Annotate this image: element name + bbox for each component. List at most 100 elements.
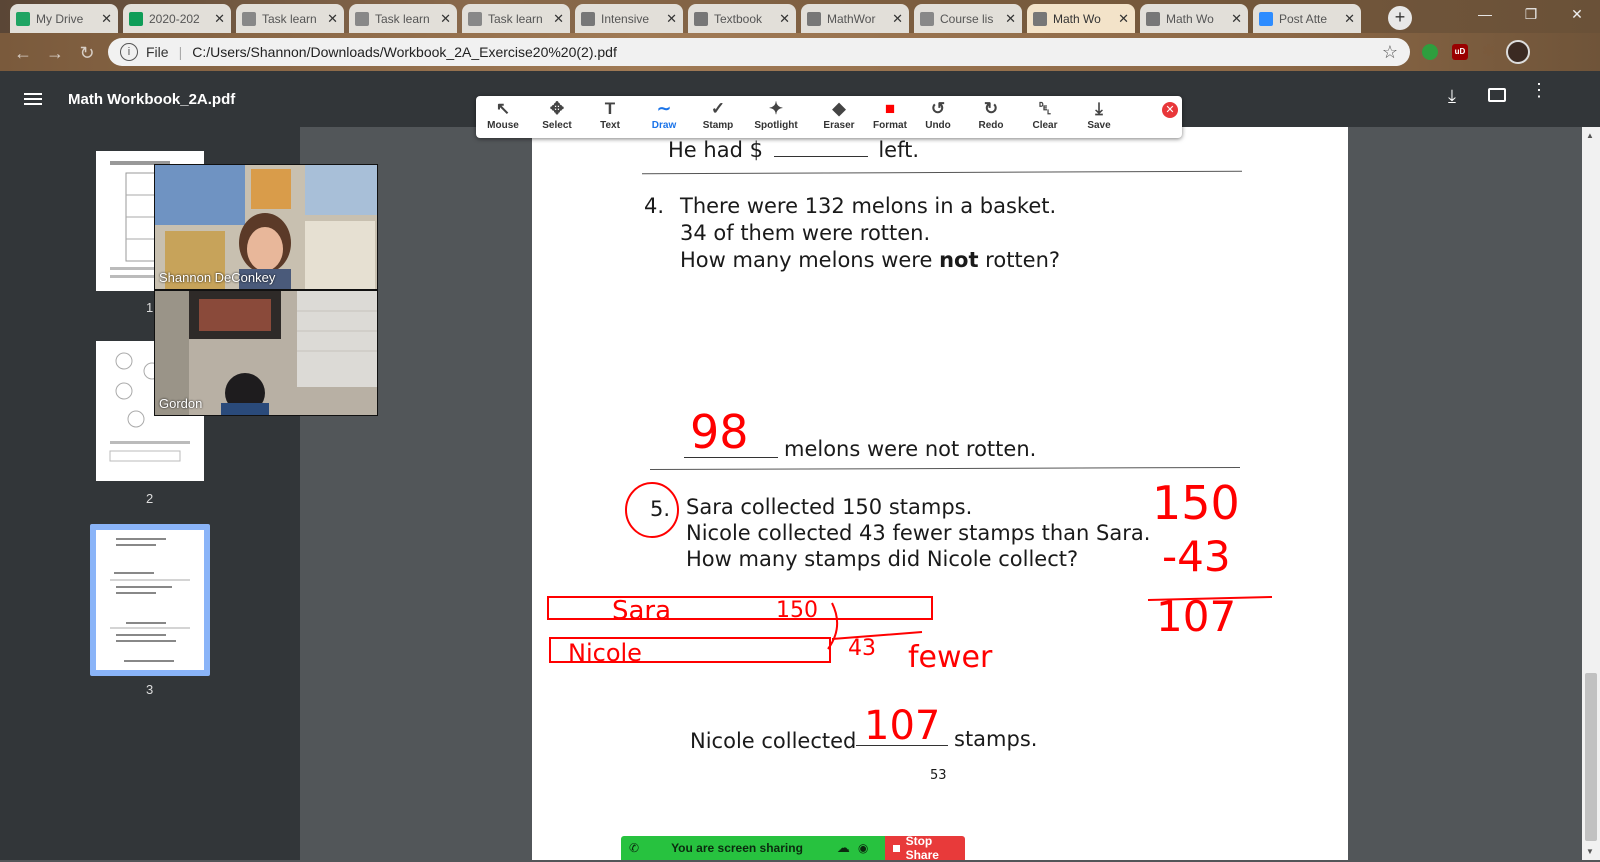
tool-label: Eraser xyxy=(823,120,855,131)
close-tab-icon[interactable]: ✕ xyxy=(1231,11,1242,27)
browser-tab[interactable]: Math Wo ✕ xyxy=(1027,4,1135,33)
reload-icon[interactable]: ↻ xyxy=(74,40,100,66)
page-thumbnail-number: 3 xyxy=(146,682,154,697)
bar-label-sara: Sara xyxy=(612,596,671,626)
tool-label: Save xyxy=(1087,120,1111,131)
tool-redo[interactable]: ↻ Redo xyxy=(963,98,1019,131)
browser-tab[interactable]: 2020-202 ✕ xyxy=(123,4,231,33)
scrollbar-thumb[interactable] xyxy=(1585,673,1597,841)
move-icon: ✥ xyxy=(549,99,565,118)
tool-spotlight[interactable]: ✦ Spotlight xyxy=(748,98,804,131)
browser-tab-title: Intensive xyxy=(601,11,650,26)
trash-icon: ␡ xyxy=(1038,99,1052,118)
browser-tab-title: Post Atte xyxy=(1279,11,1328,26)
tool-stamp[interactable]: ✓ Stamp xyxy=(690,98,746,131)
close-tab-icon[interactable]: ✕ xyxy=(1005,11,1016,27)
ublock-icon[interactable]: uD xyxy=(1452,44,1468,60)
vertical-scrollbar[interactable]: ▲ ▼ xyxy=(1582,127,1600,860)
info-icon[interactable]: i xyxy=(120,43,138,61)
tool-clear[interactable]: ␡ Clear xyxy=(1017,98,1073,131)
tool-mouse[interactable]: ↖ Mouse xyxy=(475,98,531,131)
browser-tab[interactable]: Course lis ✕ xyxy=(914,4,1022,33)
close-tab-icon[interactable]: ✕ xyxy=(892,11,903,27)
close-tab-icon[interactable]: ✕ xyxy=(1344,11,1355,27)
calc-top: 150 xyxy=(1152,476,1240,530)
minimize-button[interactable]: — xyxy=(1462,0,1508,30)
close-tab-icon[interactable]: ✕ xyxy=(327,11,338,27)
url-text: C:/Users/Shannon/Downloads/Workbook_2A_E… xyxy=(192,44,617,60)
sara-bar xyxy=(547,596,933,620)
screen-share-status[interactable]: ✆ You are screen sharing ☁ ◉ xyxy=(621,836,885,860)
redo-icon: ↻ xyxy=(983,99,999,118)
address-bar[interactable]: i File | C:/Users/Shannon/Downloads/Work… xyxy=(108,38,1410,66)
shield-icon: ◉ xyxy=(857,841,869,855)
profile-avatar[interactable] xyxy=(1506,40,1530,64)
pdf-page: He had $ left. 4. There were 132 melons … xyxy=(532,127,1348,860)
doc-icon xyxy=(920,11,934,26)
q5-handwritten-answer: 107 xyxy=(864,703,940,749)
close-tab-icon[interactable]: ✕ xyxy=(214,11,225,27)
menu-icon[interactable] xyxy=(24,90,42,108)
browser-tab[interactable]: Textbook ✕ xyxy=(688,4,796,33)
browser-tab[interactable]: Task learn ✕ xyxy=(462,4,570,33)
draw-icon: ∼ xyxy=(656,99,672,118)
browser-tab[interactable]: Task learn ✕ xyxy=(349,4,457,33)
doc-icon xyxy=(355,11,369,26)
tool-undo[interactable]: ↺ Undo xyxy=(910,98,966,131)
browser-tab[interactable]: Post Atte ✕ xyxy=(1253,4,1361,33)
tool-text[interactable]: T Text xyxy=(582,98,638,131)
bookmark-star-icon[interactable]: ☆ xyxy=(1382,42,1398,63)
new-tab-button[interactable]: + xyxy=(1388,6,1412,30)
page-thumbnail-3[interactable] xyxy=(96,530,204,670)
print-icon[interactable] xyxy=(1488,88,1506,102)
forward-icon[interactable]: → xyxy=(42,40,68,66)
stop-share-label: Stop Share xyxy=(905,834,939,862)
stop-share-button[interactable]: Stop Share xyxy=(885,834,965,862)
close-tab-icon[interactable]: ✕ xyxy=(553,11,564,27)
globe-icon xyxy=(807,11,821,26)
close-tab-icon[interactable]: ✕ xyxy=(1118,11,1129,27)
close-tab-icon[interactable]: ✕ xyxy=(666,11,677,27)
browser-tab-title: Task learn xyxy=(262,11,317,26)
browser-tab[interactable]: MathWor ✕ xyxy=(801,4,909,33)
tool-select[interactable]: ✥ Select xyxy=(529,98,585,131)
scroll-down-icon[interactable]: ▼ xyxy=(1586,847,1594,856)
video-tile-shannon[interactable]: Shannon DeConkey xyxy=(154,164,378,290)
tool-draw[interactable]: ∼ Draw xyxy=(636,98,692,131)
close-window-button[interactable]: ✕ xyxy=(1554,0,1600,30)
puzzle-icon[interactable]: ✱ xyxy=(1482,44,1498,60)
bar-label-nicole: Nicole xyxy=(568,639,642,667)
close-annotation-icon[interactable]: ✕ xyxy=(1162,102,1178,118)
more-vert-icon[interactable]: ⋮ xyxy=(1530,81,1548,99)
tool-save[interactable]: ⤓ Save xyxy=(1071,98,1127,131)
browser-tab[interactable]: My Drive ✕ xyxy=(10,4,118,33)
tool-label: Redo xyxy=(978,120,1004,131)
browser-tab[interactable]: Math Wo ✕ xyxy=(1140,4,1248,33)
url-separator: | xyxy=(178,44,183,60)
browser-tab[interactable]: Task learn ✕ xyxy=(236,4,344,33)
browser-tab-title: Textbook xyxy=(714,11,763,26)
check-icon: ✓ xyxy=(710,99,726,118)
video-tile-gordon[interactable]: Gordon xyxy=(154,290,378,416)
tool-label: Mouse xyxy=(487,120,519,131)
stop-icon xyxy=(893,844,900,852)
restore-button[interactable]: ❐ xyxy=(1508,0,1554,30)
close-tab-icon[interactable]: ✕ xyxy=(440,11,451,27)
calc-subtract: -43 xyxy=(1162,532,1231,581)
browser-tab-title: 2020-202 xyxy=(149,11,200,26)
scroll-up-icon[interactable]: ▲ xyxy=(1586,131,1594,140)
wand-icon: ✦ xyxy=(768,99,784,118)
tool-label: Format xyxy=(873,120,907,131)
extension-icon[interactable] xyxy=(1422,44,1438,60)
tool-eraser[interactable]: ◆ Eraser xyxy=(811,98,867,131)
close-tab-icon[interactable]: ✕ xyxy=(101,11,112,27)
download-icon[interactable]: ⤓ xyxy=(1448,86,1456,107)
globe-icon xyxy=(581,11,595,26)
browser-tab[interactable]: Intensive ✕ xyxy=(575,4,683,33)
close-tab-icon[interactable]: ✕ xyxy=(779,11,790,27)
page-thumbnail-number: 2 xyxy=(146,491,154,506)
back-icon[interactable]: ← xyxy=(10,40,36,66)
calc-result: 107 xyxy=(1156,592,1236,641)
doc-icon xyxy=(468,11,482,26)
participant-name: Gordon xyxy=(159,396,203,411)
